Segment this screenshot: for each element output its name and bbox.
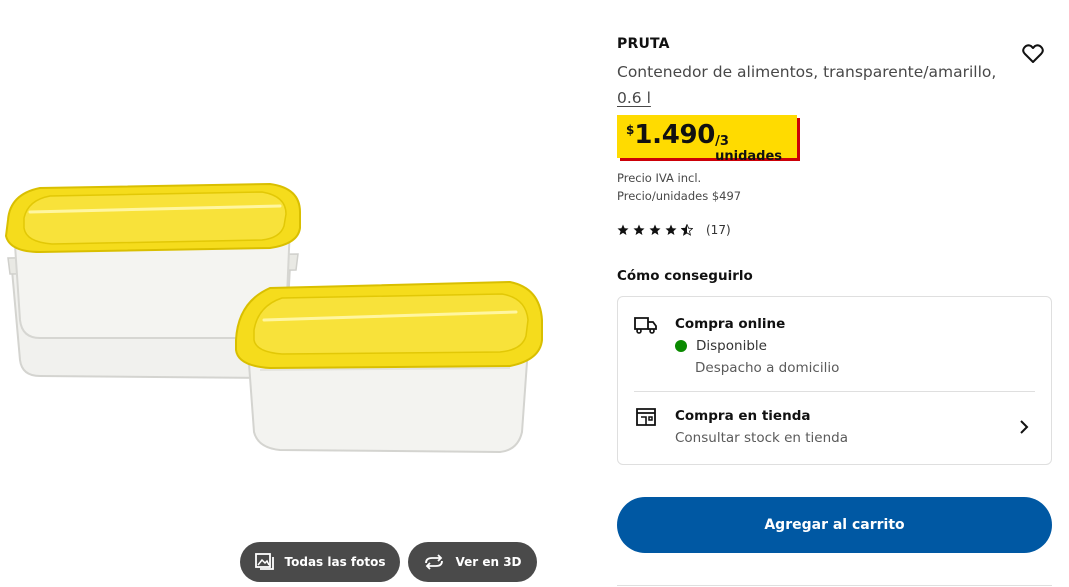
view-3d-label: Ver en 3D — [455, 555, 522, 569]
product-description: Contenedor de alimentos, transparente/am… — [617, 59, 1002, 111]
available-dot-icon — [675, 340, 687, 352]
add-to-cart-button[interactable]: Agregar al carrito — [617, 497, 1052, 553]
store-purchase-title: Compra en tienda — [675, 408, 811, 424]
star-icon — [665, 224, 677, 235]
product-info: PRUTA Contenedor de alimentos, transpare… — [617, 0, 1052, 587]
product-description-text: Contenedor de alimentos, transparente/am… — [617, 63, 997, 81]
availability-card: Compra online Disponible Despacho a domi… — [617, 296, 1052, 465]
gallery-icon — [254, 553, 274, 570]
half-star-icon — [681, 224, 693, 236]
store-icon — [636, 408, 656, 426]
online-purchase-option: Compra online Disponible Despacho a domi… — [634, 315, 1035, 391]
store-stock-detail: Consultar stock en tienda — [675, 430, 849, 446]
product-page: Todas las fotos Ver en 3D PRUTA Contened… — [0, 0, 1069, 587]
product-gallery: Todas las fotos Ver en 3D — [0, 0, 600, 587]
all-photos-label: Todas las fotos — [284, 555, 386, 569]
price-tag: $ 1.490 /3 unidades — [617, 115, 797, 164]
price-amount: 1.490 — [634, 120, 716, 150]
online-purchase-title: Compra online — [675, 316, 786, 332]
truck-icon — [634, 317, 657, 334]
vat-note: Precio IVA incl. — [617, 171, 702, 185]
rating-count: (17) — [706, 223, 731, 237]
view-3d-button[interactable]: Ver en 3D — [408, 542, 537, 582]
online-status-label: Disponible — [696, 338, 767, 354]
star-icon — [649, 224, 661, 235]
star-icon — [633, 224, 645, 235]
product-name: PRUTA — [617, 36, 670, 52]
availability-heading: Cómo conseguirlo — [617, 268, 753, 284]
3d-rotate-icon — [425, 554, 444, 570]
divider — [634, 391, 1035, 392]
online-delivery-detail: Despacho a domicilio — [695, 360, 840, 376]
store-purchase-option[interactable]: Compra en tienda Consultar stock en tien… — [634, 407, 1035, 451]
product-image[interactable] — [0, 170, 560, 470]
divider — [617, 585, 1052, 586]
rating[interactable]: (17) — [617, 223, 731, 237]
unit-price: Precio/unidades $497 — [617, 189, 742, 203]
price-currency: $ — [626, 123, 635, 137]
heart-icon[interactable] — [1022, 44, 1044, 64]
product-size-link[interactable]: 0.6 l — [617, 89, 651, 107]
price-unit: /3 unidades — [715, 134, 783, 164]
all-photos-button[interactable]: Todas las fotos — [240, 542, 400, 582]
online-status: Disponible — [675, 338, 767, 354]
chevron-right-icon — [1020, 420, 1029, 434]
star-icon — [617, 224, 629, 235]
